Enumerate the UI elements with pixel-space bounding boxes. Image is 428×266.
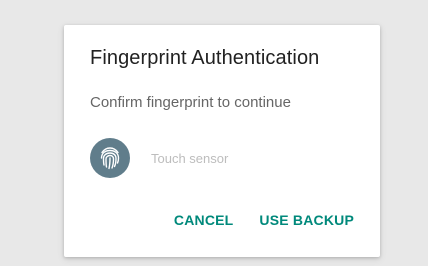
sensor-row: Touch sensor [90, 138, 228, 178]
sensor-hint: Touch sensor [151, 150, 229, 166]
use-backup-button[interactable]: USE BACKUP [259, 212, 354, 228]
dialog-description: Confirm fingerprint to continue [90, 94, 291, 111]
fingerprint-icon [90, 138, 130, 178]
fingerprint-dialog: Fingerprint Authentication Confirm finge… [64, 25, 380, 257]
dialog-actions: CANCEL USE BACKUP [174, 212, 354, 228]
dialog-title: Fingerprint Authentication [90, 47, 320, 69]
cancel-button[interactable]: CANCEL [174, 212, 234, 228]
